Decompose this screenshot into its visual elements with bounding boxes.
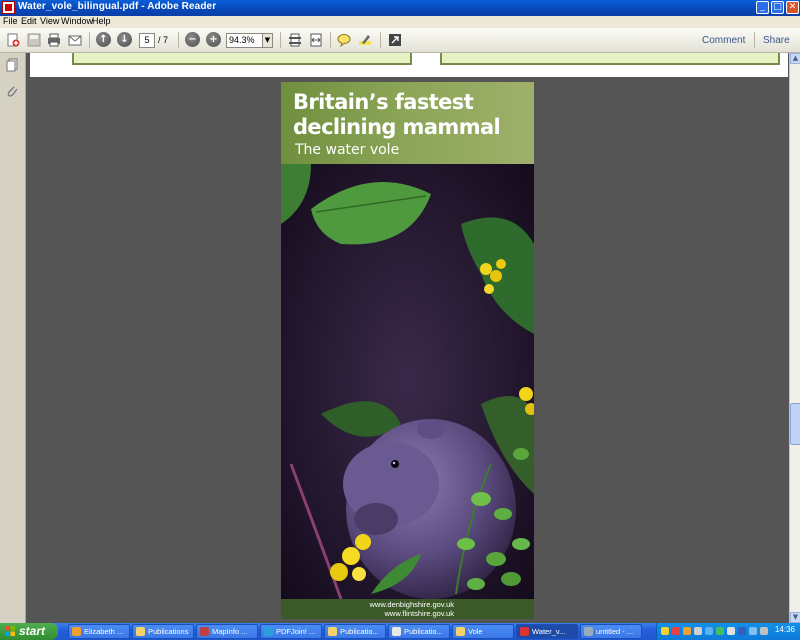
taskbar: start Elizabeth ... Publications MapInfo… [0, 623, 800, 640]
taskbar-item[interactable]: Publications [132, 624, 194, 639]
page-number-input[interactable]: 5 [139, 33, 155, 48]
document-icon [392, 627, 401, 636]
app-icon [200, 627, 209, 636]
taskbar-item[interactable]: MapInfo ... [196, 624, 258, 639]
menu-file[interactable]: File [3, 16, 18, 26]
window-title: Water_vole_bilingual.pdf - Adobe Reader [18, 1, 217, 12]
folder-icon [328, 627, 337, 636]
comment-button[interactable]: Comment [702, 35, 745, 46]
adobe-reader-icon [2, 1, 15, 14]
previous-page-bottom [30, 53, 788, 77]
tray-icon[interactable] [661, 627, 669, 635]
attachments-panel-icon[interactable] [5, 84, 19, 98]
maximize-button[interactable]: □ [771, 1, 784, 14]
tray-icon[interactable] [672, 627, 680, 635]
tray-icon[interactable] [738, 627, 746, 635]
water-vole-photo [281, 164, 534, 599]
menu-view[interactable]: View [40, 16, 59, 26]
pdf-page: Britain’s fastest declining mammal The w… [281, 82, 534, 619]
toolbar-separator [754, 32, 755, 48]
taskbar-item[interactable]: PDFJoin! ... [260, 624, 322, 639]
menu-window[interactable]: Window [61, 16, 93, 26]
flintshire-url: www.flintshire.gov.uk [384, 609, 454, 618]
scroll-up-button[interactable]: ▲ [790, 53, 800, 64]
scroll-thumb[interactable] [790, 403, 800, 445]
browser-icon [264, 627, 273, 636]
toolbar-separator [89, 32, 90, 48]
menu-edit[interactable]: Edit [21, 16, 37, 26]
email-icon[interactable] [68, 33, 82, 47]
highlight-icon[interactable] [358, 33, 372, 47]
zoom-dropdown-button[interactable]: ▼ [262, 33, 273, 48]
app-icon [72, 627, 81, 636]
document-subtitle: The water vole [295, 142, 400, 158]
windows-logo-icon [5, 626, 15, 636]
fit-page-icon[interactable] [288, 33, 302, 47]
taskbar-item[interactable]: Elizabeth ... [68, 624, 130, 639]
title-bar: Water_vole_bilingual.pdf - Adobe Reader … [0, 0, 800, 16]
vertical-scrollbar[interactable]: ▲ ▼ [789, 53, 800, 623]
taskbar-item-active[interactable]: Water_v... [516, 624, 578, 639]
toolbar-separator [178, 32, 179, 48]
start-button[interactable]: start [0, 623, 58, 640]
start-label: start [19, 624, 46, 638]
tray-icon[interactable] [727, 627, 735, 635]
taskbar-item[interactable]: Publicatio... [388, 624, 450, 639]
menu-help[interactable]: Help [92, 16, 111, 26]
page-total: / 7 [158, 35, 169, 45]
footer-band: www.denbighshire.gov.uk www.flintshire.g… [281, 599, 534, 619]
document-title-line2: declining mammal [293, 115, 501, 139]
minimize-button[interactable]: _ [756, 1, 769, 14]
chevron-down-icon: ▼ [264, 36, 271, 44]
tray-icon[interactable] [749, 627, 757, 635]
zoom-in-button[interactable]: + [206, 32, 221, 47]
save-icon[interactable] [27, 33, 41, 47]
toolbar-separator [280, 32, 281, 48]
toolbar-separator [380, 32, 381, 48]
next-page-button[interactable]: ↓ [117, 32, 132, 47]
fit-width-icon[interactable] [309, 33, 323, 47]
tray-icon[interactable] [716, 627, 724, 635]
title-banner: Britain’s fastest declining mammal The w… [281, 82, 534, 164]
pages-panel-icon[interactable] [5, 58, 19, 72]
taskbar-item[interactable]: Vole [452, 624, 514, 639]
previous-page-button[interactable]: ↑ [96, 32, 111, 47]
print-icon[interactable] [47, 33, 61, 47]
create-pdf-icon[interactable] [6, 33, 20, 47]
toolbar-separator [330, 32, 331, 48]
denbighshire-url: www.denbighshire.gov.uk [369, 600, 455, 609]
speaker-icon[interactable] [760, 627, 768, 635]
paint-icon [584, 627, 593, 636]
tray-icon[interactable] [683, 627, 691, 635]
expand-icon[interactable] [388, 33, 402, 47]
taskbar-item[interactable]: Publicatio... [324, 624, 386, 639]
tray-icon[interactable] [705, 627, 713, 635]
system-tray: 14:36 [656, 623, 800, 640]
menu-bar: File Edit View Window Help [0, 16, 800, 28]
scroll-down-button[interactable]: ▼ [790, 612, 800, 623]
navigation-pane [0, 53, 26, 623]
folder-icon [456, 627, 465, 636]
toolbar: ↑ ↓ 5 / 7 − + 94.3% ▼ Comment Share [0, 28, 800, 53]
adobe-reader-icon [520, 627, 529, 636]
clock: 14:36 [774, 625, 795, 634]
page-content-box [72, 53, 412, 65]
tray-icon[interactable] [694, 627, 702, 635]
folder-icon [136, 627, 145, 636]
share-button[interactable]: Share [763, 35, 790, 46]
document-viewport[interactable]: Britain’s fastest declining mammal The w… [26, 53, 789, 623]
sticky-note-icon[interactable] [337, 33, 351, 47]
document-title-line1: Britain’s fastest [293, 90, 474, 114]
close-button[interactable]: ✕ [786, 1, 799, 14]
page-content-box [440, 53, 780, 65]
zoom-out-button[interactable]: − [185, 32, 200, 47]
taskbar-item[interactable]: untitled - ... [580, 624, 642, 639]
zoom-input[interactable]: 94.3% [226, 33, 266, 48]
